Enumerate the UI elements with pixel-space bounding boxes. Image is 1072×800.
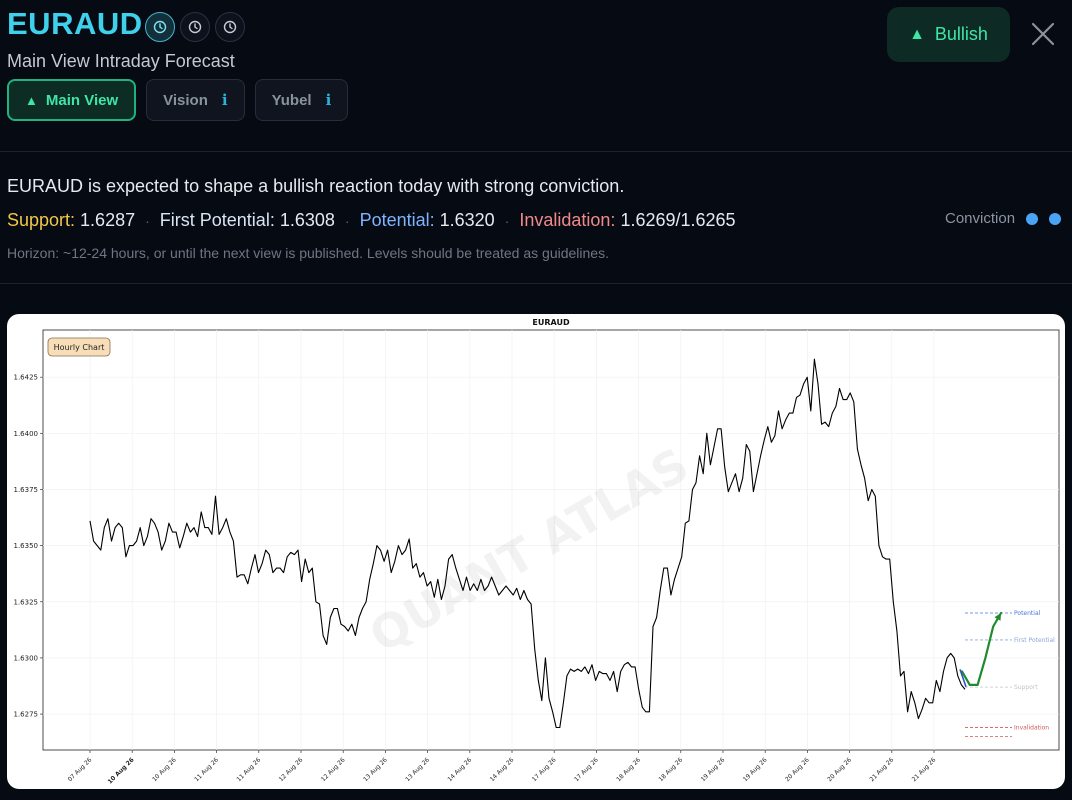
y-tick-label: 1.6375 — [14, 486, 39, 494]
first-potential-value: 1.6308 — [279, 210, 335, 230]
page-subtitle: Main View Intraday Forecast — [7, 51, 235, 71]
separator-dot: · — [145, 213, 150, 229]
view-tabs: ▲ Main View Vision i Yubel i — [7, 79, 349, 121]
chart-card: 07 Aug 26 10 Aug 26 10 Aug 26 11 Aug 26 11 A… — [7, 314, 1065, 789]
x-tick-label: 20 Aug 26 — [784, 756, 811, 783]
triangle-up-icon: ▲ — [25, 92, 38, 108]
conviction-dot — [1049, 212, 1062, 225]
support-label: Support: — [7, 210, 76, 230]
x-tick-label: 07 Aug 26 — [67, 756, 94, 783]
x-tick-label: 20 Aug 26 — [826, 756, 853, 783]
x-tick-label: 13 Aug 26 — [404, 756, 431, 783]
forecast-headline: EURAUD is expected to shape a bullish re… — [7, 176, 625, 196]
x-tick-label: 11 Aug 26 — [193, 756, 220, 783]
y-tick-label: 1.6350 — [14, 542, 39, 550]
info-icon[interactable]: i — [326, 91, 332, 109]
level-label: Support — [1014, 684, 1038, 691]
timeframe-button-3[interactable] — [215, 12, 245, 42]
x-tick-label: 10 Aug 26 — [151, 756, 178, 783]
invalidation-label: Invalidation: — [519, 210, 616, 230]
tab-label: Vision — [163, 91, 208, 109]
tab-label: Yubel — [271, 91, 312, 109]
clock-icon — [223, 20, 237, 34]
forecast-summary: EURAUD is expected to shape a bullish re… — [0, 152, 1072, 284]
conviction-label: Conviction — [945, 210, 1016, 227]
conviction-dot — [1026, 212, 1039, 225]
y-tick-label: 1.6400 — [14, 430, 39, 438]
x-tick-label: 12 Aug 26 — [320, 756, 347, 783]
x-tick-label: 18 Aug 26 — [615, 756, 642, 783]
close-icon[interactable] — [1028, 19, 1058, 49]
clock-icon — [188, 20, 202, 34]
x-tick-label: 18 Aug 26 — [657, 756, 684, 783]
bias-badge: ▲ Bullish — [887, 7, 1010, 62]
potential-label: Potential: — [359, 210, 435, 230]
y-tick-label: 1.6425 — [14, 374, 39, 382]
y-tick-label: 1.6325 — [14, 598, 39, 606]
separator-dot: · — [344, 213, 350, 229]
tab-label: Main View — [45, 91, 119, 109]
first-potential-label: First Potential: — [159, 210, 275, 230]
tab-main-view[interactable]: ▲ Main View — [7, 79, 137, 121]
tab-yubel[interactable]: Yubel i — [254, 79, 349, 121]
price-chart: 07 Aug 26 10 Aug 26 10 Aug 26 11 Aug 26 11 A… — [14, 318, 1060, 786]
chart-badge-label: Hourly Chart — [54, 343, 105, 352]
x-tick-label: 10 Aug 26 — [107, 756, 136, 785]
potential-value: 1.6320 — [439, 210, 495, 230]
bias-label: Bullish — [934, 24, 988, 44]
x-tick-label: 21 Aug 26 — [911, 756, 938, 783]
x-tick-label: 19 Aug 26 — [742, 756, 769, 783]
x-tick-label: 14 Aug 26 — [446, 756, 473, 783]
x-tick-label: 13 Aug 26 — [362, 756, 389, 783]
y-tick-label: 1.6275 — [14, 711, 39, 719]
x-tick-label: 14 Aug 26 — [489, 756, 516, 783]
chart-title: EURAUD — [532, 318, 570, 327]
timeframe-button-2[interactable] — [180, 12, 210, 42]
level-label: Invalidation — [1014, 725, 1049, 732]
x-tick-label: 12 Aug 26 — [278, 756, 305, 783]
horizon-note: Horizon: ~12-24 hours, or until the next… — [7, 245, 609, 261]
triangle-up-icon: ▲ — [909, 25, 925, 43]
x-tick-label: 17 Aug 26 — [531, 756, 558, 783]
x-tick-label: 19 Aug 26 — [700, 756, 727, 783]
symbol-title: EURAUD — [7, 6, 143, 41]
levels-row: Support: 1.6287 · First Potential: 1.630… — [7, 210, 736, 231]
clock-icon — [153, 20, 167, 34]
tab-vision[interactable]: Vision i — [146, 79, 245, 121]
timeframe-button-1[interactable] — [145, 12, 175, 42]
level-label: First Potential — [1014, 637, 1055, 644]
level-label: Potential — [1014, 610, 1041, 617]
timeframe-selector — [145, 12, 245, 42]
conviction-meter: Conviction — [945, 210, 1062, 227]
separator-dot: · — [504, 213, 510, 229]
y-tick-label: 1.6300 — [14, 654, 39, 662]
x-tick-label: 17 Aug 26 — [573, 756, 600, 783]
header: EURAUD Main View Intraday Forecast ▲ Mai… — [0, 0, 1072, 152]
support-value: 1.6287 — [80, 210, 136, 230]
x-tick-label: 11 Aug 26 — [235, 756, 262, 783]
info-icon[interactable]: i — [222, 91, 228, 109]
x-tick-label: 21 Aug 26 — [868, 756, 895, 783]
invalidation-value: 1.6269/1.6265 — [620, 210, 736, 230]
